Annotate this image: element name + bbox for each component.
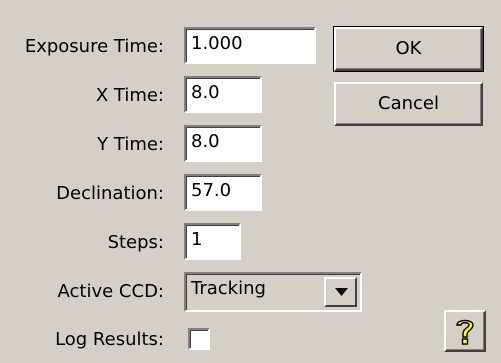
x-time-label: X Time: [95, 85, 164, 106]
exposure-time-input[interactable]: 1.000 [184, 27, 316, 64]
steps-label: Steps: [107, 232, 164, 253]
log-results-label: Log Results: [55, 329, 164, 350]
active-ccd-value: Tracking [191, 278, 266, 299]
steps-input[interactable]: 1 [184, 223, 241, 260]
dialog-window: Exposure Time: 1.000 X Time: 8.0 Y Time:… [0, 0, 501, 363]
y-time-input[interactable]: 8.0 [184, 125, 262, 162]
active-ccd-label: Active CCD: [57, 281, 164, 302]
dropdown-arrow-button[interactable] [324, 277, 357, 307]
cancel-button[interactable]: Cancel [334, 82, 483, 126]
log-results-checkbox[interactable] [188, 328, 210, 350]
help-button[interactable] [444, 310, 486, 352]
active-ccd-select[interactable]: Tracking [184, 272, 362, 312]
declination-label: Declination: [56, 183, 164, 204]
exposure-time-label: Exposure Time: [24, 36, 164, 57]
ok-button[interactable]: OK [333, 26, 484, 72]
declination-input[interactable]: 57.0 [184, 174, 262, 211]
chevron-down-icon [335, 288, 348, 296]
help-question-icon [456, 319, 474, 345]
y-time-label: Y Time: [97, 134, 164, 155]
x-time-input[interactable]: 8.0 [184, 76, 262, 113]
